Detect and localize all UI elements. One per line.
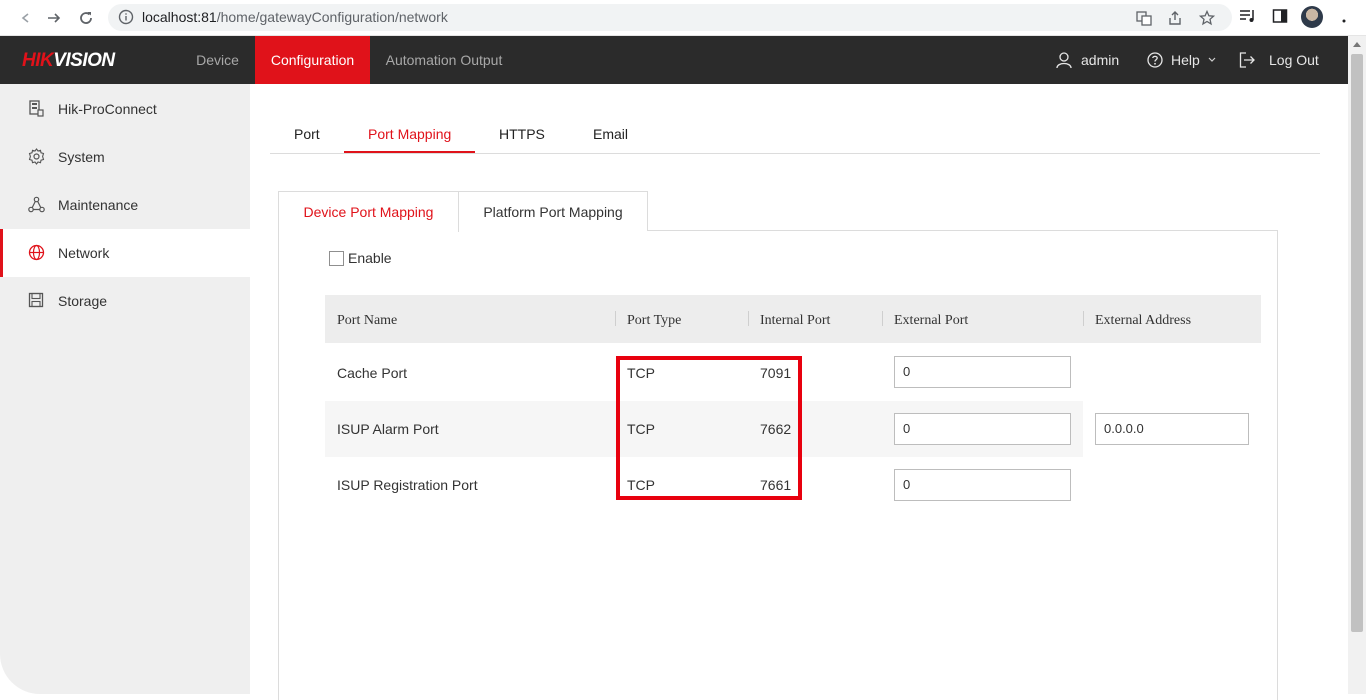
tab-bar: Port Port Mapping HTTPS Email bbox=[270, 114, 1320, 154]
url-text: localhost:81/home/gatewayConfiguration/n… bbox=[142, 9, 448, 25]
port-name-cell: Cache Port bbox=[337, 365, 408, 381]
nav-automation-output[interactable]: Automation Output bbox=[370, 36, 518, 84]
enable-checkbox[interactable] bbox=[329, 250, 344, 266]
tab-email[interactable]: Email bbox=[593, 126, 628, 142]
page-scrollbar[interactable] bbox=[1348, 36, 1366, 694]
user-icon bbox=[1056, 52, 1072, 69]
nav-device[interactable]: Device bbox=[180, 36, 255, 84]
port-name-cell: ISUP Registration Port bbox=[337, 477, 478, 493]
column-header-port-name: Port Name bbox=[337, 313, 398, 328]
column-divider bbox=[882, 311, 883, 326]
external-port-input[interactable]: 0 bbox=[894, 356, 1071, 388]
column-divider bbox=[748, 311, 749, 326]
sidebar-item-storage[interactable]: Storage bbox=[0, 277, 250, 325]
sidebar-item-label: Storage bbox=[58, 293, 108, 309]
sidebar-item-label: Maintenance bbox=[58, 197, 139, 213]
logout-label: Log Out bbox=[1269, 52, 1319, 68]
subtab-device-port-mapping[interactable]: Device Port Mapping bbox=[278, 191, 459, 232]
browser-toolbar: localhost:81/home/gatewayConfiguration/n… bbox=[0, 0, 1366, 36]
user-menu[interactable]: admin bbox=[1055, 36, 1119, 84]
sidebar-item-label: System bbox=[58, 149, 105, 165]
help-menu[interactable]: Help bbox=[1147, 36, 1216, 84]
column-divider bbox=[1083, 311, 1084, 326]
subtab-platform-port-mapping[interactable]: Platform Port Mapping bbox=[458, 191, 648, 231]
globe-icon bbox=[28, 244, 45, 261]
username: admin bbox=[1081, 52, 1120, 68]
help-label: Help bbox=[1171, 52, 1200, 68]
table-header: Port Name Port Type Internal Port Extern… bbox=[325, 295, 1261, 343]
profile-avatar[interactable] bbox=[1301, 6, 1323, 28]
highlight-annotation-box bbox=[616, 356, 802, 500]
column-divider bbox=[615, 311, 616, 326]
external-address-input[interactable]: 0.0.0.0 bbox=[1095, 413, 1249, 445]
sidebar-item-hik-proconnect[interactable]: Hik-ProConnect bbox=[0, 85, 250, 133]
tab-port[interactable]: Port bbox=[294, 126, 320, 142]
sidebar-item-label: Network bbox=[58, 245, 110, 261]
external-port-input[interactable]: 0 bbox=[894, 413, 1071, 445]
tab-https[interactable]: HTTPS bbox=[499, 126, 545, 142]
port-name-cell: ISUP Alarm Port bbox=[337, 421, 439, 437]
logo-red-part: HIK bbox=[22, 50, 54, 71]
logout-icon bbox=[1239, 52, 1255, 68]
site-info-icon[interactable] bbox=[118, 9, 134, 25]
forward-icon[interactable] bbox=[43, 7, 65, 29]
column-header-external-address: External Address bbox=[1095, 313, 1192, 328]
logo-white-part: VISION bbox=[53, 50, 115, 71]
address-bar[interactable]: localhost:81/home/gatewayConfiguration/n… bbox=[108, 4, 1232, 31]
share-icon[interactable] bbox=[1166, 10, 1184, 26]
nodes-icon bbox=[28, 196, 45, 213]
active-tab-indicator bbox=[344, 151, 475, 153]
column-header-port-type: Port Type bbox=[627, 313, 682, 328]
nav-configuration[interactable]: Configuration bbox=[255, 36, 370, 84]
enable-label: Enable bbox=[348, 250, 392, 266]
hikvision-logo: HIKVISION bbox=[22, 50, 115, 72]
chevron-down-icon bbox=[1208, 57, 1216, 62]
enable-option[interactable]: Enable bbox=[329, 250, 392, 266]
url-host: localhost:81 bbox=[142, 9, 217, 25]
sidebar-item-network[interactable]: Network bbox=[0, 229, 250, 277]
url-path: /home/gatewayConfiguration/network bbox=[216, 9, 448, 25]
side-panel-icon[interactable] bbox=[1270, 8, 1290, 26]
sidebar: Hik-ProConnect System Maintenance Networ… bbox=[0, 84, 250, 694]
reading-list-icon[interactable] bbox=[1238, 8, 1258, 26]
external-port-input[interactable]: 0 bbox=[894, 469, 1071, 501]
bookmark-star-icon[interactable] bbox=[1198, 9, 1216, 26]
gear-icon bbox=[28, 148, 45, 165]
tab-port-mapping[interactable]: Port Mapping bbox=[368, 126, 451, 142]
scroll-thumb[interactable] bbox=[1351, 54, 1363, 632]
disk-icon bbox=[28, 292, 45, 309]
help-icon bbox=[1147, 52, 1163, 68]
sidebar-item-system[interactable]: System bbox=[0, 133, 250, 181]
column-header-external-port: External Port bbox=[894, 313, 969, 328]
logout-button[interactable]: Log Out bbox=[1238, 36, 1319, 84]
back-icon[interactable] bbox=[14, 7, 36, 29]
app-header: HIKVISION Device Configuration Automatio… bbox=[0, 36, 1348, 84]
translate-icon[interactable] bbox=[1135, 10, 1153, 26]
sidebar-item-maintenance[interactable]: Maintenance bbox=[0, 181, 250, 229]
device-icon bbox=[28, 100, 45, 117]
menu-dots-icon[interactable] bbox=[1334, 6, 1354, 24]
sidebar-item-label: Hik-ProConnect bbox=[58, 101, 157, 117]
reload-icon[interactable] bbox=[75, 7, 97, 29]
column-header-internal-port: Internal Port bbox=[760, 313, 831, 328]
scroll-up-arrow-icon[interactable] bbox=[1353, 42, 1361, 47]
